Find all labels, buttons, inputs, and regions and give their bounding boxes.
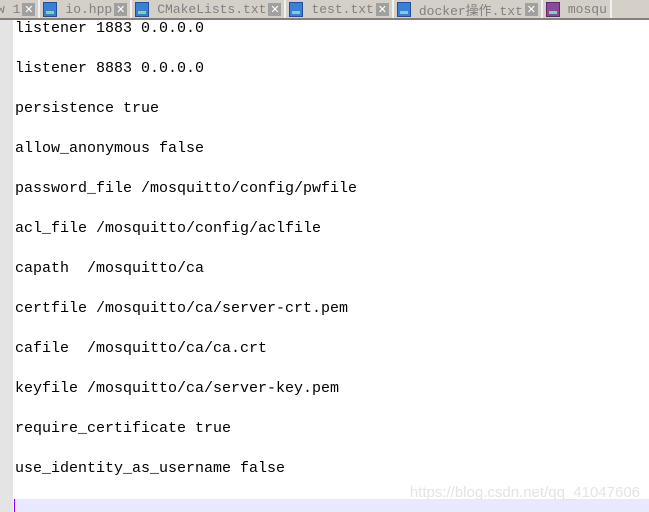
file-icon bbox=[396, 1, 411, 17]
code-line: use_identity_as_username false bbox=[15, 460, 286, 477]
close-icon[interactable]: ✕ bbox=[268, 2, 282, 16]
code-line: persistence true bbox=[15, 100, 160, 117]
close-icon[interactable]: ✕ bbox=[524, 2, 538, 16]
tab-3[interactable]: test.txt ✕ bbox=[286, 0, 394, 18]
code-line: listener 8883 0.0.0.0 bbox=[15, 60, 205, 77]
code-line: password_file /mosquitto/config/pwfile bbox=[15, 180, 358, 197]
tab-label: test.txt bbox=[311, 1, 374, 17]
close-icon[interactable]: ✕ bbox=[114, 2, 128, 16]
tab-5[interactable]: mosqu bbox=[543, 0, 612, 18]
tab-2[interactable]: CMakeLists.txt ✕ bbox=[132, 0, 287, 18]
tab-label: CMakeLists.txt bbox=[157, 1, 267, 17]
code-line: allow_anonymous false bbox=[15, 140, 205, 157]
file-icon bbox=[43, 1, 58, 17]
code-line: capath /mosquitto/ca bbox=[15, 260, 205, 277]
tab-4[interactable]: docker操作.txt ✕ bbox=[394, 0, 543, 18]
code-line: acl_file /mosquitto/config/aclfile bbox=[15, 220, 322, 237]
code-line: listener 1883 0.0.0.0 bbox=[15, 20, 205, 37]
close-icon[interactable]: ✕ bbox=[22, 2, 36, 16]
code-line: require_certificate true bbox=[15, 420, 232, 437]
file-icon bbox=[135, 1, 150, 17]
file-icon bbox=[289, 1, 304, 17]
tab-1[interactable]: io.hpp ✕ bbox=[40, 0, 133, 18]
code-line: keyfile /mosquitto/ca/server-key.pem bbox=[15, 380, 340, 397]
code-line: cafile /mosquitto/ca/ca.crt bbox=[15, 340, 268, 357]
close-icon[interactable]: ✕ bbox=[375, 2, 389, 16]
tab-label: io.hpp bbox=[65, 1, 113, 17]
watermark: https://blog.csdn.net/qq_41047606 bbox=[409, 484, 640, 501]
code-line: certfile /mosquitto/ca/server-crt.pem bbox=[15, 300, 349, 317]
file-icon bbox=[545, 1, 560, 17]
line-gutter bbox=[0, 20, 13, 512]
tab-bar: w 1✕io.hpp✕CMakeLists.txt✕test.txt✕docke… bbox=[0, 0, 649, 20]
tab-label: w 1 bbox=[0, 1, 21, 17]
text-editor[interactable]: listener 1883 0.0.0.0 listener 8883 0.0.0… bbox=[15, 20, 649, 512]
tab-0[interactable]: w 1✕ bbox=[0, 0, 41, 18]
tab-label: docker操作.txt bbox=[418, 3, 523, 19]
tab-label: mosqu bbox=[567, 1, 607, 17]
